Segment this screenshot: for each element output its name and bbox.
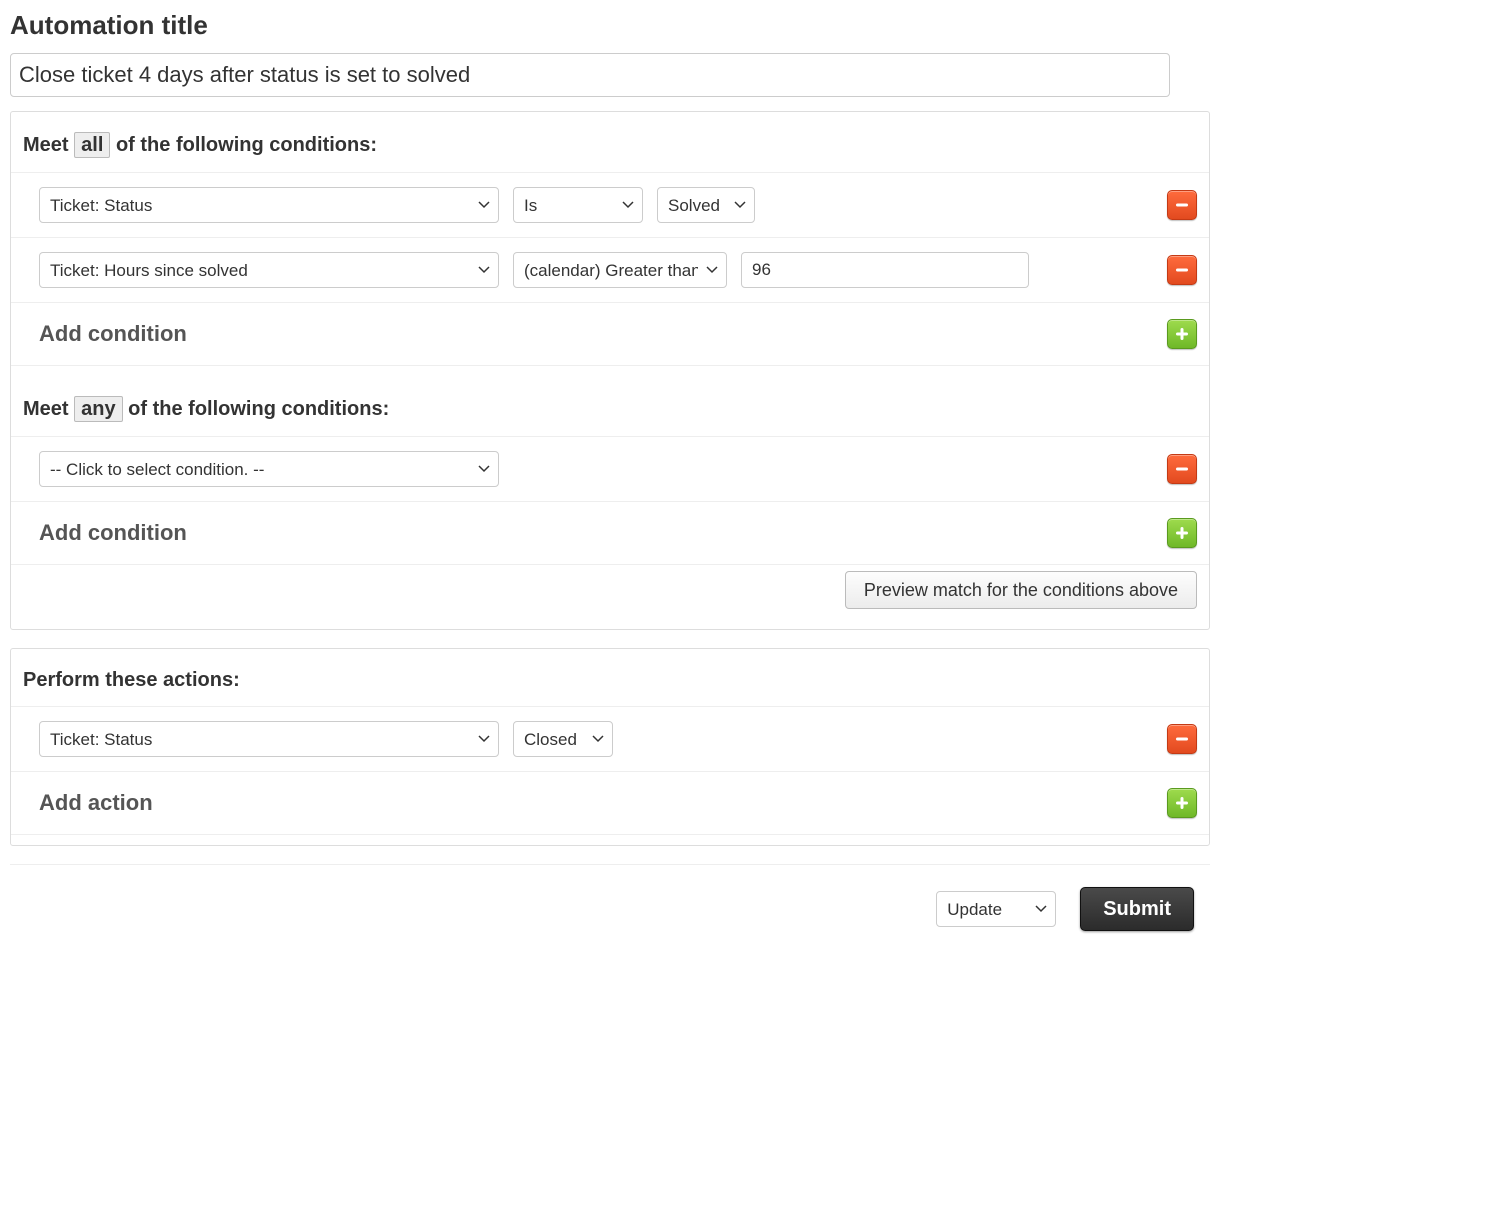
plus-icon [1174, 525, 1190, 541]
condition-operator-select[interactable]: (calendar) Greater than [513, 252, 727, 288]
remove-action-button[interactable] [1167, 724, 1197, 754]
condition-field-select[interactable]: -- Click to select condition. -- [39, 451, 499, 487]
add-condition-label: Add condition [39, 321, 187, 347]
any-badge: any [74, 396, 122, 422]
condition-field-select[interactable]: Ticket: Hours since solved [39, 252, 499, 288]
minus-icon [1174, 262, 1190, 278]
add-action-row: Add action [11, 771, 1209, 835]
actions-panel: Perform these actions: Ticket: Status Cl… [10, 648, 1210, 846]
automation-title-input[interactable] [10, 53, 1170, 97]
meet-text-suffix: of the following conditions: [116, 134, 377, 156]
action-field-select[interactable]: Ticket: Status [39, 721, 499, 757]
meet-text-suffix: of the following conditions: [128, 398, 389, 420]
meet-text-prefix: Meet [23, 134, 69, 156]
remove-condition-button[interactable] [1167, 190, 1197, 220]
minus-icon [1174, 197, 1190, 213]
condition-value-input[interactable] [741, 252, 1029, 288]
condition-field-select[interactable]: Ticket: Status [39, 187, 499, 223]
minus-icon [1174, 461, 1190, 477]
add-condition-button[interactable] [1167, 518, 1197, 548]
remove-condition-button[interactable] [1167, 255, 1197, 285]
footer-action-select[interactable]: Update [936, 891, 1056, 927]
add-condition-label: Add condition [39, 520, 187, 546]
condition-row: -- Click to select condition. -- [11, 436, 1209, 501]
remove-condition-button[interactable] [1167, 454, 1197, 484]
preview-match-button[interactable]: Preview match for the conditions above [845, 571, 1197, 609]
add-condition-row: Add condition [11, 501, 1209, 565]
condition-row: Ticket: Status Is Solved [11, 172, 1209, 237]
meet-text-prefix: Meet [23, 398, 69, 420]
add-action-button[interactable] [1167, 788, 1197, 818]
add-action-label: Add action [39, 790, 153, 816]
meet-all-heading: Meet all of the following conditions: [11, 132, 1209, 172]
add-condition-button[interactable] [1167, 319, 1197, 349]
condition-operator-select[interactable]: Is [513, 187, 643, 223]
add-condition-row: Add condition [11, 302, 1209, 366]
plus-icon [1174, 326, 1190, 342]
all-badge: all [74, 132, 110, 158]
minus-icon [1174, 731, 1190, 747]
condition-value-select[interactable]: Solved [657, 187, 755, 223]
automation-title-label: Automation title [10, 10, 1210, 41]
meet-any-heading: Meet any of the following conditions: [11, 396, 1209, 436]
submit-button[interactable]: Submit [1080, 887, 1194, 931]
action-value-select[interactable]: Closed [513, 721, 613, 757]
footer: Update Submit [10, 864, 1210, 941]
plus-icon [1174, 795, 1190, 811]
condition-row: Ticket: Hours since solved (calendar) Gr… [11, 237, 1209, 302]
conditions-panel: Meet all of the following conditions: Ti… [10, 111, 1210, 630]
action-row: Ticket: Status Closed [11, 706, 1209, 771]
perform-actions-heading: Perform these actions: [11, 669, 1209, 706]
